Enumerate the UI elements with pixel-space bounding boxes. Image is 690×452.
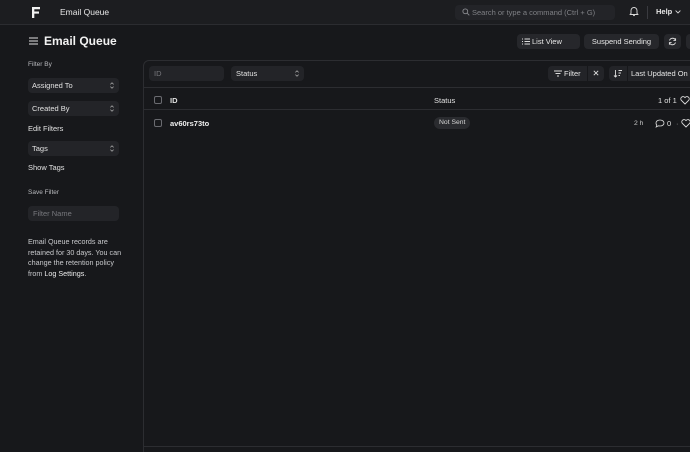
awesome-bar[interactable] bbox=[455, 5, 615, 20]
heart-icon[interactable] bbox=[680, 96, 690, 105]
navbar-divider bbox=[647, 6, 648, 19]
filter-name-input[interactable] bbox=[28, 206, 119, 221]
filter-divider bbox=[587, 66, 588, 81]
id-filter-input[interactable] bbox=[149, 66, 224, 81]
comment-count: 0 bbox=[667, 119, 672, 128]
separator-dot: · bbox=[676, 119, 679, 128]
edit-filters-link[interactable]: Edit Filters bbox=[28, 124, 63, 133]
select-arrows-icon bbox=[110, 82, 114, 89]
list-panel bbox=[143, 60, 690, 452]
row-id-link[interactable]: av60rs73to bbox=[170, 119, 209, 128]
search-input[interactable] bbox=[472, 5, 612, 20]
column-header-status[interactable]: Status bbox=[434, 96, 455, 105]
select-all-checkbox[interactable] bbox=[154, 96, 162, 104]
app-logo[interactable] bbox=[30, 6, 42, 19]
refresh-button[interactable] bbox=[664, 34, 681, 49]
show-tags-link[interactable]: Show Tags bbox=[28, 163, 65, 172]
select-arrows-icon bbox=[110, 105, 114, 112]
column-header-id[interactable]: ID bbox=[170, 96, 178, 105]
page-title: Email Queue bbox=[44, 34, 117, 48]
refresh-icon bbox=[668, 37, 677, 46]
list-view-button[interactable]: List View bbox=[517, 34, 580, 49]
result-count: 1 of 1 bbox=[658, 96, 677, 105]
chevron-down-icon[interactable] bbox=[675, 10, 681, 14]
retention-note-end: . bbox=[84, 268, 87, 278]
tags-label: Tags bbox=[32, 144, 48, 153]
help-dropdown[interactable]: Help bbox=[656, 7, 672, 16]
save-filter-label: Save Filter bbox=[28, 189, 60, 196]
list-view-label: List View bbox=[532, 37, 562, 46]
breadcrumb-email-queue[interactable]: Email Queue bbox=[60, 7, 109, 17]
row-modified-time: 2 h bbox=[634, 120, 644, 127]
created-by-label: Created By bbox=[32, 104, 70, 113]
notification-bell-icon[interactable] bbox=[629, 6, 639, 17]
assigned-to-select[interactable]: Assigned To bbox=[28, 78, 119, 93]
panel-footer-divider bbox=[144, 446, 690, 447]
status-badge[interactable]: Not Sent bbox=[434, 117, 471, 129]
status-filter-select[interactable]: Status bbox=[231, 66, 304, 81]
comment-icon bbox=[655, 119, 665, 128]
navbar: Email Queue Help bbox=[0, 0, 690, 25]
header-divider bbox=[144, 109, 690, 110]
filter-icon[interactable] bbox=[554, 70, 562, 77]
assigned-to-label: Assigned To bbox=[32, 81, 73, 90]
list-icon bbox=[522, 38, 530, 45]
status-filter-label: Status bbox=[236, 69, 258, 78]
select-arrows-icon bbox=[110, 145, 114, 152]
created-by-select[interactable]: Created By bbox=[28, 101, 119, 116]
sidebar-toggle-icon[interactable] bbox=[29, 37, 38, 45]
tags-select[interactable]: Tags bbox=[28, 141, 119, 156]
panel-divider bbox=[144, 87, 690, 88]
log-settings-link[interactable]: Log Settings bbox=[44, 269, 84, 278]
like-heart-icon[interactable] bbox=[681, 119, 690, 128]
sort-by-button[interactable]: Last Updated On bbox=[631, 66, 688, 81]
retention-note: Email Queue records are retained for 30 … bbox=[28, 237, 123, 279]
select-arrows-icon bbox=[295, 70, 299, 77]
menu-button[interactable] bbox=[686, 34, 690, 49]
row-checkbox[interactable] bbox=[154, 119, 162, 127]
suspend-sending-button[interactable]: Suspend Sending bbox=[584, 34, 659, 49]
filter-by-label: Filter By bbox=[28, 61, 52, 68]
clear-filter-icon[interactable] bbox=[593, 70, 599, 76]
filter-button-group: Filter bbox=[548, 66, 604, 81]
filter-button[interactable]: Filter bbox=[564, 66, 581, 81]
search-icon bbox=[462, 8, 470, 16]
sort-selector: Last Updated On bbox=[609, 66, 690, 81]
sort-order-icon[interactable] bbox=[613, 69, 623, 78]
sort-divider bbox=[627, 66, 628, 81]
